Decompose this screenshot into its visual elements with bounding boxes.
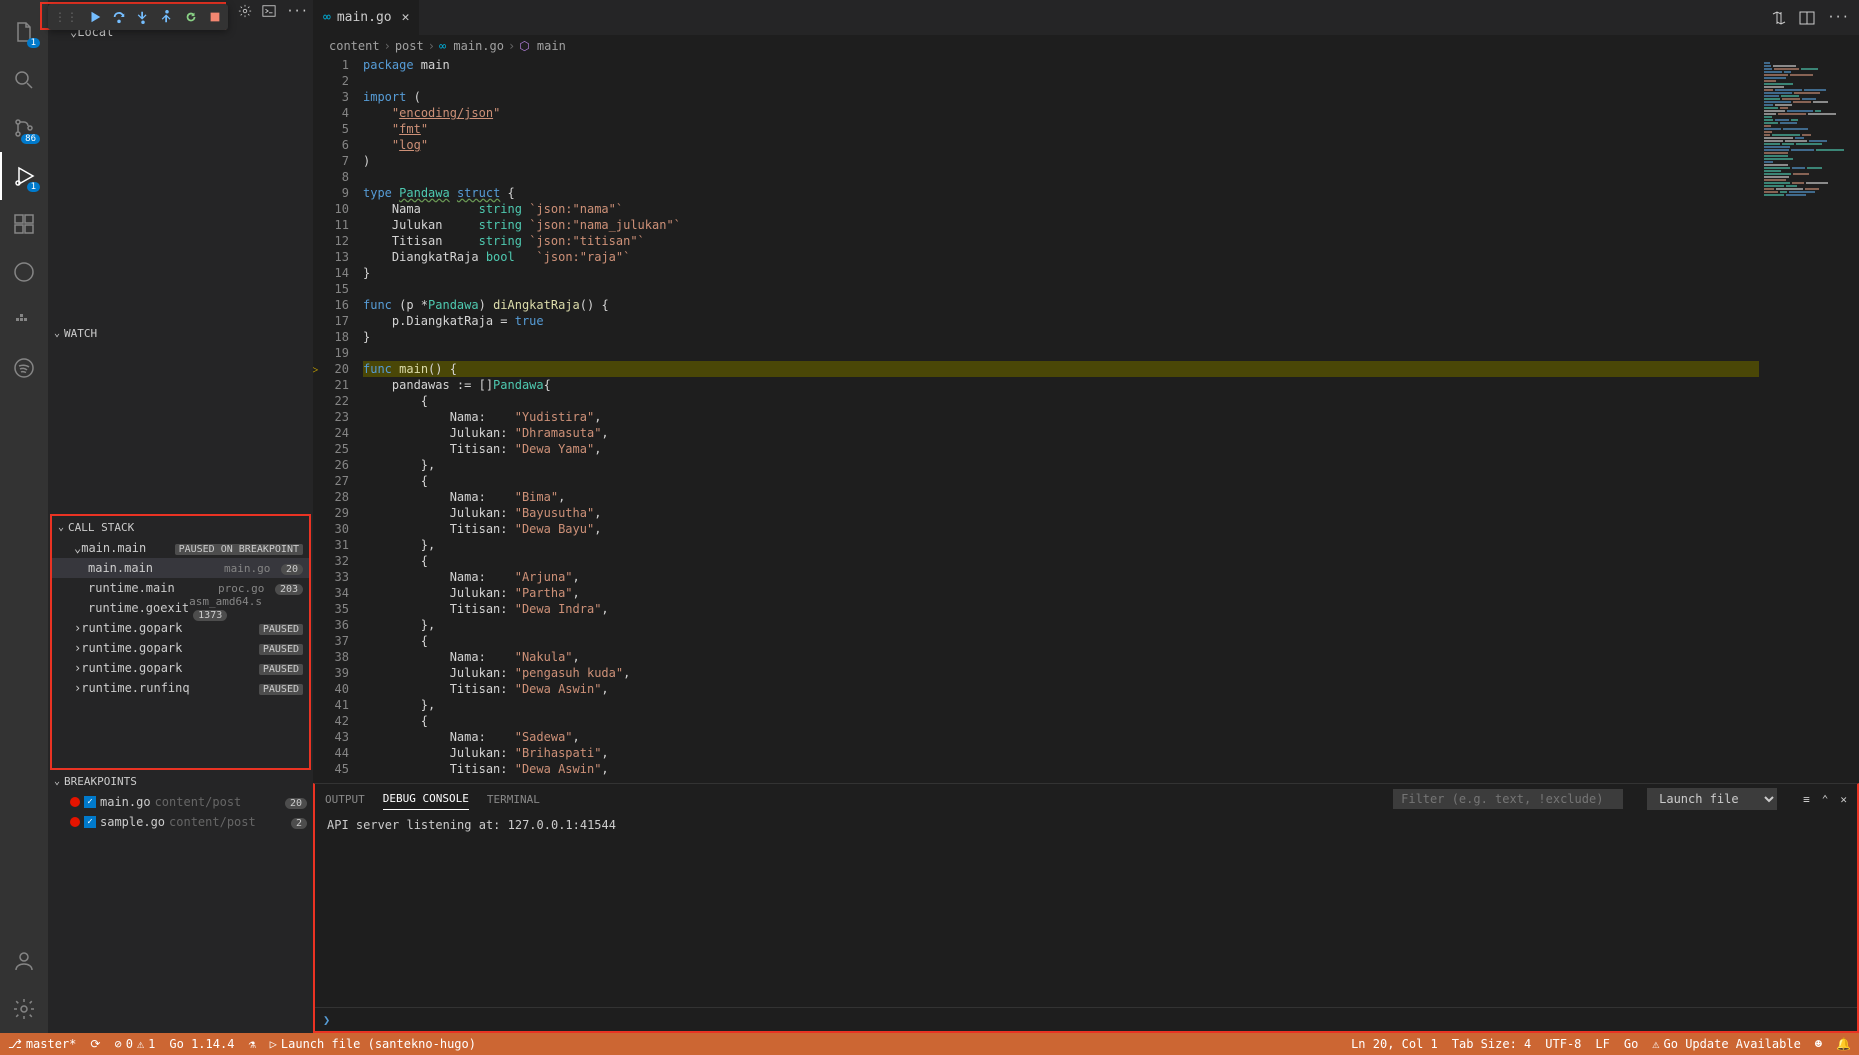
debug-sidebar: ··· ⌄Variables ⌄Local ⌄Watch ⌄Call Stack…	[48, 0, 313, 1033]
watch-header[interactable]: ⌄ Watch	[48, 322, 313, 344]
go-version-status[interactable]: Go 1.14.4	[169, 1037, 234, 1051]
spotify-icon[interactable]	[0, 344, 48, 392]
explorer-icon[interactable]: 1	[0, 8, 48, 56]
drag-handle-icon[interactable]: ⋮⋮	[54, 10, 78, 24]
clear-icon[interactable]: ≡	[1803, 793, 1810, 806]
branch-status[interactable]: ⎇ master*	[8, 1037, 76, 1051]
tab-terminal[interactable]: Terminal	[487, 789, 540, 810]
chevron-down-icon: ⌄	[54, 776, 60, 787]
callstack-thread[interactable]: ›runtime.goparkPAUSED	[52, 658, 309, 678]
problems-status[interactable]: ⊘ 0 ⚠ 1	[114, 1037, 155, 1051]
tab-main-go[interactable]: ∞ main.go ✕	[313, 0, 420, 35]
eol[interactable]: LF	[1595, 1037, 1609, 1051]
highlight-box-callstack: ⌄ Call Stack ⌄main.mainPAUSED ON BREAKPOI…	[50, 514, 311, 770]
console-line: API server listening at: 127.0.0.1:41544	[327, 818, 1845, 832]
language-mode[interactable]: Go	[1624, 1037, 1638, 1051]
code-content[interactable]: package main import ( "encoding/json" "f…	[363, 57, 1759, 783]
tab-label: main.go	[337, 10, 392, 25]
callstack-thread[interactable]: ›runtime.runfinqPAUSED	[52, 678, 309, 698]
launch-status[interactable]: ▷ Launch file (santekno-hugo)	[270, 1037, 476, 1051]
step-over-button[interactable]	[112, 10, 126, 24]
search-icon[interactable]	[0, 56, 48, 104]
chevron-down-icon: ⌄	[58, 522, 64, 533]
step-out-button[interactable]	[160, 10, 174, 24]
debug-input[interactable]: ❯	[315, 1007, 1857, 1031]
tab-debug-console[interactable]: Debug Console	[383, 788, 469, 810]
bell-icon[interactable]: 🔔	[1836, 1037, 1851, 1051]
chevron-down-icon: ⌄	[54, 328, 60, 339]
more-icon[interactable]: ···	[1827, 10, 1849, 26]
compare-icon[interactable]	[1771, 10, 1787, 26]
callstack-thread[interactable]: ›runtime.goparkPAUSED	[52, 618, 309, 638]
go-update[interactable]: ⚠ Go Update Available	[1652, 1037, 1801, 1051]
sync-icon[interactable]: ⟳	[90, 1037, 100, 1051]
gear-icon[interactable]	[238, 4, 252, 18]
go-file-icon: ∞	[323, 10, 331, 25]
callstack-thread[interactable]: ⌄main.mainPAUSED ON BREAKPOINT	[52, 538, 309, 558]
breadcrumb[interactable]: content›post›∞ main.go›⬡ main	[313, 35, 1859, 57]
console-output: API server listening at: 127.0.0.1:41544	[315, 814, 1857, 1007]
cursor-position[interactable]: Ln 20, Col 1	[1351, 1037, 1438, 1051]
restart-button[interactable]	[184, 10, 198, 24]
breakpoints-title: Breakpoints	[64, 775, 137, 788]
step-into-button[interactable]	[136, 10, 150, 24]
stop-button[interactable]	[208, 10, 222, 24]
collapse-icon[interactable]: ⌃	[1822, 793, 1829, 806]
analysis-icon[interactable]: ⚗	[248, 1037, 255, 1051]
close-panel-icon[interactable]: ✕	[1840, 793, 1847, 806]
more-icon[interactable]: ···	[286, 4, 308, 18]
bottom-panel: Output Debug Console Terminal Launch fil…	[313, 783, 1859, 1033]
tab-bar: ∞ main.go ✕ ···	[313, 0, 1859, 35]
callstack-title: Call Stack	[68, 521, 134, 534]
debug-toolbar: ⋮⋮	[48, 4, 228, 30]
account-icon[interactable]	[0, 937, 48, 985]
source-control-icon[interactable]: 86	[0, 104, 48, 152]
breakpoint-item[interactable]: ✓sample.go content/post2	[48, 812, 313, 832]
editor-area: ∞ main.go ✕ ··· content›post›∞ main.go›⬡…	[313, 0, 1859, 1033]
breakpoint-item[interactable]: ✓main.go content/post20	[48, 792, 313, 812]
debug-console-icon[interactable]	[262, 4, 276, 18]
explorer-badge: 1	[27, 38, 40, 48]
filter-input[interactable]	[1393, 789, 1623, 809]
scm-badge: 86	[21, 134, 40, 144]
callstack-thread[interactable]: ›runtime.goparkPAUSED	[52, 638, 309, 658]
activity-bar: 1 86 1	[0, 0, 48, 1033]
extensions-icon[interactable]	[0, 200, 48, 248]
close-icon[interactable]: ✕	[402, 10, 410, 25]
watch-title: Watch	[64, 327, 97, 340]
stack-frame[interactable]: main.mainmain.go 20	[52, 558, 309, 578]
breakpoints-header[interactable]: ⌄ Breakpoints	[48, 770, 313, 792]
split-editor-icon[interactable]	[1799, 10, 1815, 26]
feedback-icon[interactable]: ☻	[1815, 1037, 1822, 1051]
debug-badge: 1	[27, 182, 40, 192]
settings-icon[interactable]	[0, 985, 48, 1033]
debug-icon[interactable]: 1	[0, 152, 48, 200]
launch-select[interactable]: Launch file	[1647, 788, 1777, 810]
docker-icon[interactable]	[0, 296, 48, 344]
tab-output[interactable]: Output	[325, 789, 365, 810]
minimap[interactable]	[1759, 57, 1859, 783]
line-gutter: 1234567891011121314151617181920▷21222324…	[313, 57, 363, 783]
encoding[interactable]: UTF-8	[1545, 1037, 1581, 1051]
callstack-header[interactable]: ⌄ Call Stack	[52, 516, 309, 538]
continue-button[interactable]	[88, 10, 102, 24]
status-bar: ⎇ master* ⟳ ⊘ 0 ⚠ 1 Go 1.14.4 ⚗ ▷ Launch…	[0, 1033, 1859, 1055]
remote-icon[interactable]	[0, 248, 48, 296]
stack-frame[interactable]: runtime.goexitasm_amd64.s 1373	[52, 598, 309, 618]
tab-size[interactable]: Tab Size: 4	[1452, 1037, 1531, 1051]
